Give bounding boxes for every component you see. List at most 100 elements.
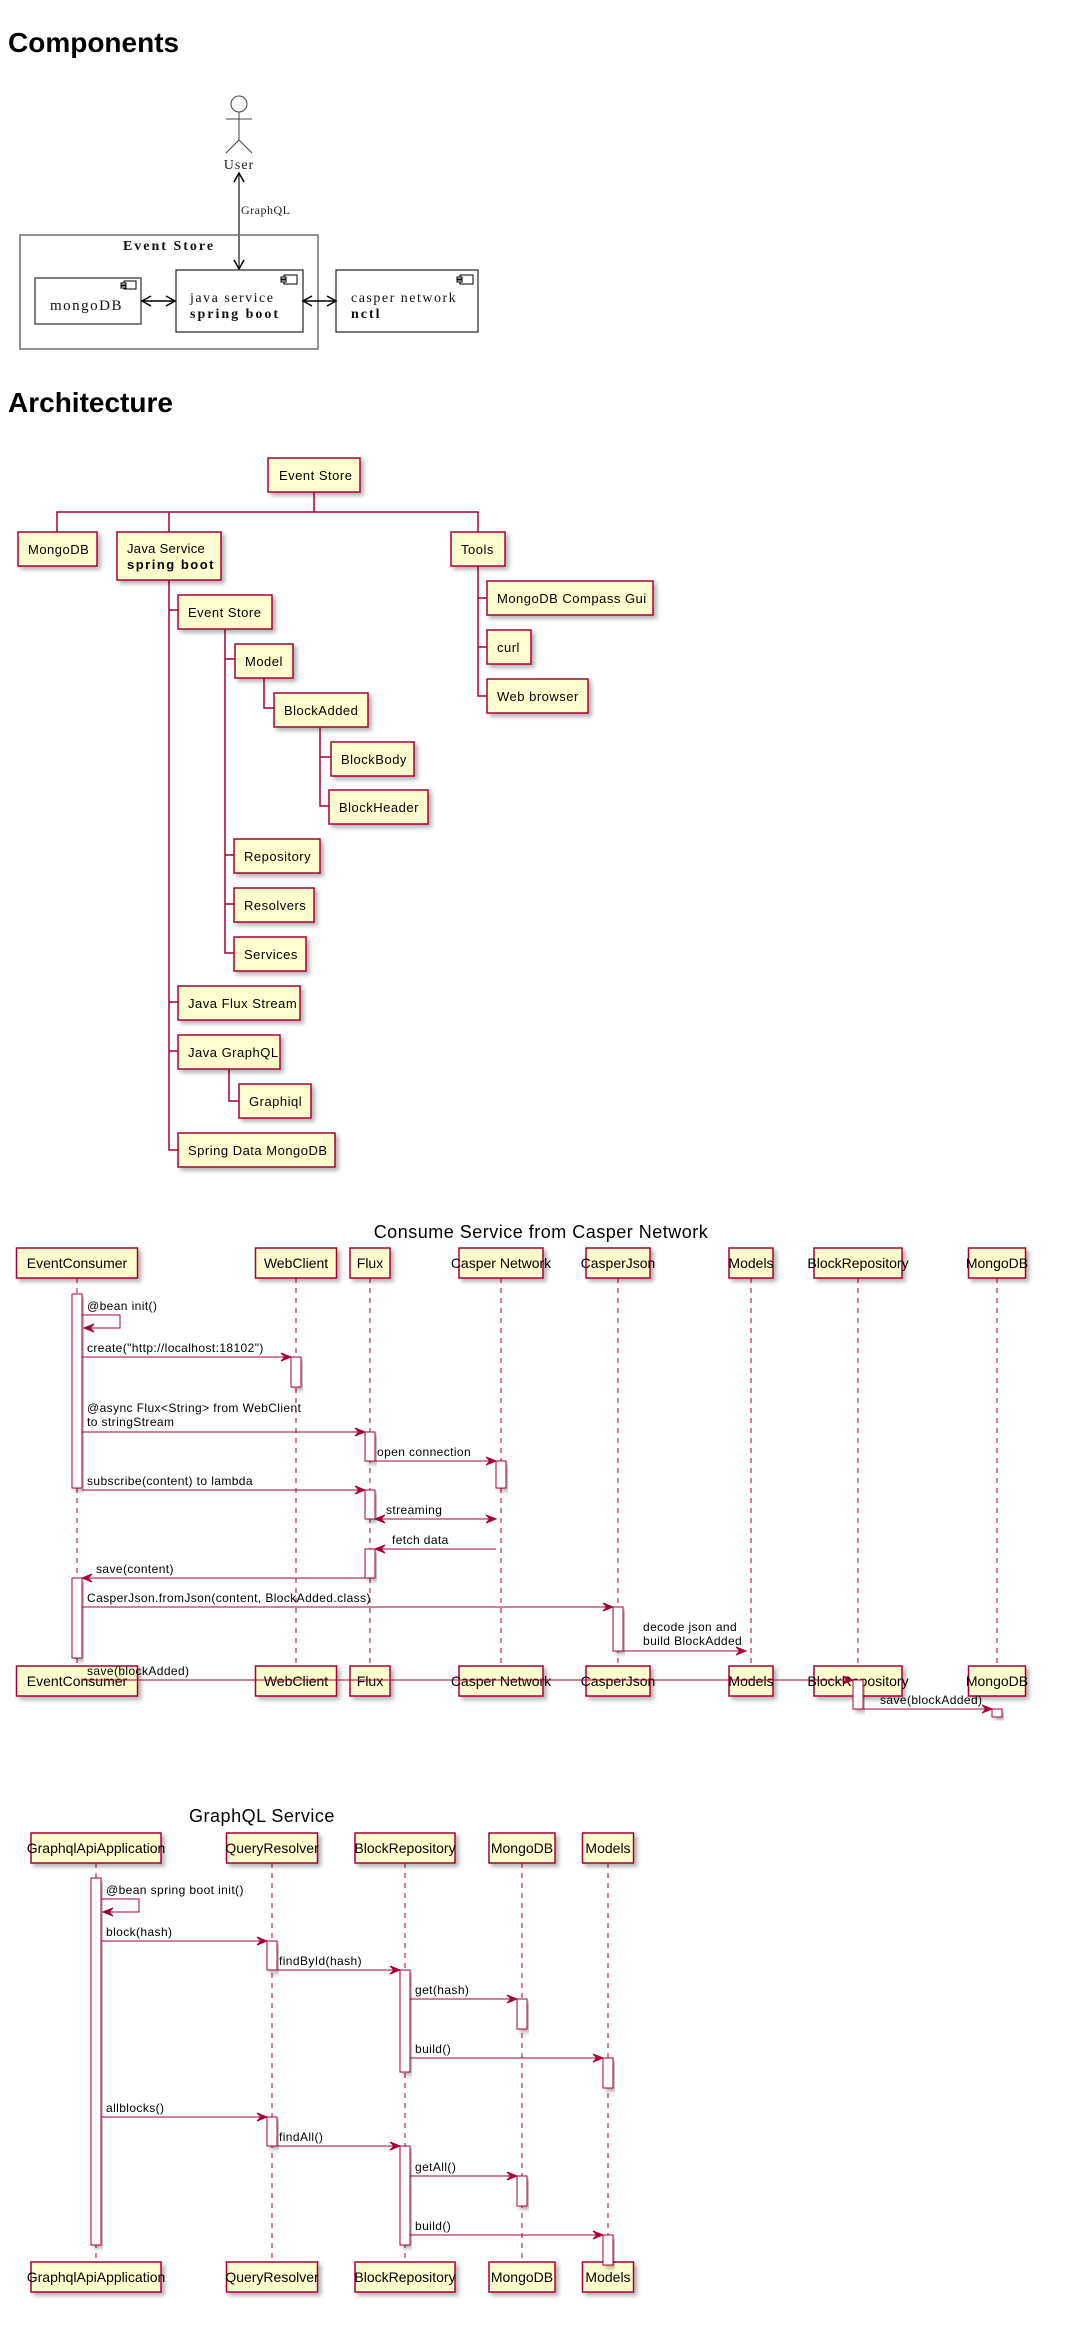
participant-label: BlockRepository — [354, 2269, 455, 2285]
arch-node-block-added[interactable]: BlockAdded — [273, 692, 369, 728]
arch-node-block-header-label: BlockHeader — [339, 800, 419, 815]
arch-node-repository[interactable]: Repository — [233, 838, 321, 874]
message-label: block(hash) — [106, 1925, 172, 1939]
arch-node-resolvers-label: Resolvers — [244, 898, 306, 913]
arch-node-web-browser[interactable]: Web browser — [486, 678, 589, 714]
arch-node-model[interactable]: Model — [234, 643, 294, 679]
message-label: get(hash) — [415, 1983, 469, 1997]
arch-node-java-graphql[interactable]: Java GraphQL — [177, 1034, 281, 1070]
arch-node-mongodb-label: MongoDB — [28, 542, 89, 557]
activation-bar — [516, 2175, 528, 2207]
activation-bar — [266, 1940, 278, 1971]
message-label: allblocks() — [106, 2101, 164, 2115]
participant-label: BlockRepository — [807, 1255, 908, 1271]
participant-queryresolver-bottom[interactable]: QueryResolver — [225, 2261, 319, 2293]
participant-casperjson-bottom[interactable]: CasperJson — [581, 1665, 656, 1697]
message-label: open connection — [377, 1445, 471, 1459]
sequence-diagram-consume-service: Consume Service from Casper Network Even… — [15, 1222, 1028, 1718]
arch-node-block-body-label: BlockBody — [341, 752, 407, 767]
participant-label: Flux — [357, 1255, 383, 1271]
activation-bar — [516, 1998, 528, 2030]
message-save-blockadded: save(blockAdded) — [863, 1693, 994, 1714]
participant-blockrepository-top[interactable]: BlockRepository — [354, 1832, 456, 1864]
message-build: build() — [410, 2042, 605, 2063]
participant-graphqlapiapplication-top[interactable]: GraphqlApiApplication — [27, 1832, 166, 1864]
message-label: create("http://localhost:18102") — [87, 1341, 264, 1355]
arch-node-java-service-line2: spring boot — [127, 557, 215, 572]
arch-node-java-graphql-label: Java GraphQL — [188, 1045, 279, 1060]
message-label: streaming — [386, 1503, 442, 1517]
arch-node-mongodb[interactable]: MongoDB — [17, 531, 98, 567]
arch-node-java-flux-stream[interactable]: Java Flux Stream — [177, 985, 301, 1021]
participant-label: Casper Network — [451, 1673, 552, 1689]
participant-label: MongoDB — [966, 1673, 1028, 1689]
participant-eventconsumer-top[interactable]: EventConsumer — [15, 1247, 139, 1279]
activation-bar — [852, 1679, 864, 1710]
arch-node-graphiql-label: Graphiql — [249, 1094, 302, 1109]
activation-bar — [364, 1548, 376, 1579]
participant-mongodb-top[interactable]: MongoDB — [966, 1247, 1028, 1279]
participant-label: GraphqlApiApplication — [27, 2269, 166, 2285]
participant-mongodb-bottom[interactable]: MongoDB — [966, 1665, 1028, 1697]
arch-node-services[interactable]: Services — [233, 936, 307, 972]
arch-node-block-header[interactable]: BlockHeader — [328, 789, 429, 825]
participant-mongodb-top[interactable]: MongoDB — [488, 1832, 556, 1864]
sequence2-title: GraphQL Service — [189, 1806, 335, 1826]
message-create-http-localhost-18102: create("http://localhost:18102") — [82, 1341, 293, 1362]
message-open-connection: open connection — [375, 1445, 498, 1466]
activation-bar — [71, 1577, 83, 1659]
participant-label: Models — [585, 2269, 630, 2285]
message-save-content: save(content) — [80, 1562, 365, 1583]
participant-models-bottom[interactable]: Models — [728, 1665, 774, 1697]
message-decode-json-and: decode json andbuild BlockAdded — [623, 1620, 748, 1656]
participant-mongodb-bottom[interactable]: MongoDB — [488, 2261, 556, 2293]
participant-models-top[interactable]: Models — [581, 1832, 635, 1864]
participant-label: CasperJson — [581, 1673, 656, 1689]
activation-bar — [90, 1877, 102, 2246]
activation-bar — [495, 1460, 507, 1489]
activation-bar — [399, 1969, 411, 2073]
arch-node-tools[interactable]: Tools — [450, 531, 506, 567]
participant-queryresolver-top[interactable]: QueryResolver — [225, 1832, 319, 1864]
arch-node-block-body[interactable]: BlockBody — [330, 741, 415, 777]
activation-bar — [290, 1356, 302, 1388]
participant-flux-bottom[interactable]: Flux — [349, 1665, 391, 1697]
arch-node-root[interactable]: Event Store — [267, 457, 361, 493]
arch-node-event-store[interactable]: Event Store — [177, 594, 273, 630]
participant-casper-network-top[interactable]: Casper Network — [451, 1247, 552, 1279]
participant-webclient-bottom[interactable]: WebClient — [254, 1665, 338, 1697]
arch-node-graphiql[interactable]: Graphiql — [238, 1083, 312, 1119]
activation-bar — [364, 1431, 376, 1462]
participant-flux-top[interactable]: Flux — [349, 1247, 391, 1279]
arch-node-java-service[interactable]: Java Service spring boot — [116, 531, 222, 581]
message-label: findAll() — [279, 2130, 323, 2144]
participant-label: GraphqlApiApplication — [27, 1840, 166, 1856]
participant-models-top[interactable]: Models — [728, 1247, 774, 1279]
message-label: subscribe(content) to lambda — [87, 1474, 253, 1488]
message-streaming: streaming — [373, 1503, 498, 1524]
arch-node-curl[interactable]: curl — [486, 629, 532, 665]
participant-label: QueryResolver — [225, 1840, 319, 1856]
arch-node-event-store-label: Event Store — [188, 605, 261, 620]
message-bean-spring-boot-init: @bean spring boot init() — [101, 1883, 243, 1917]
architecture-diagram: Event Store MongoDB Java Service spring … — [17, 457, 654, 1168]
arch-node-resolvers[interactable]: Resolvers — [233, 887, 315, 923]
arch-node-spring-data[interactable]: Spring Data MongoDB — [177, 1132, 336, 1168]
arch-node-model-label: Model — [245, 654, 283, 669]
message-get-hash: get(hash) — [410, 1983, 519, 2004]
participant-label: WebClient — [264, 1255, 328, 1271]
arch-node-root-label: Event Store — [279, 468, 352, 483]
message-label: @bean init() — [87, 1299, 157, 1313]
participant-models-bottom[interactable]: Models — [581, 2261, 635, 2293]
arch-node-mongodb-compass[interactable]: MongoDB Compass Gui — [486, 580, 654, 616]
participant-blockrepository-top[interactable]: BlockRepository — [807, 1247, 909, 1279]
participant-graphqlapiapplication-bottom[interactable]: GraphqlApiApplication — [27, 2261, 166, 2293]
message-label: decode json and — [643, 1620, 737, 1634]
participant-webclient-top[interactable]: WebClient — [254, 1247, 338, 1279]
participant-blockrepository-bottom[interactable]: BlockRepository — [354, 2261, 456, 2293]
message-block-hash: block(hash) — [101, 1925, 269, 1946]
participant-casper-network-bottom[interactable]: Casper Network — [451, 1665, 552, 1697]
participant-casperjson-top[interactable]: CasperJson — [581, 1247, 656, 1279]
arch-node-web-browser-label: Web browser — [497, 689, 579, 704]
message-casperjson-fromjson-content-blockadded-class: CasperJson.fromJson(content, BlockAdded.… — [82, 1591, 615, 1612]
